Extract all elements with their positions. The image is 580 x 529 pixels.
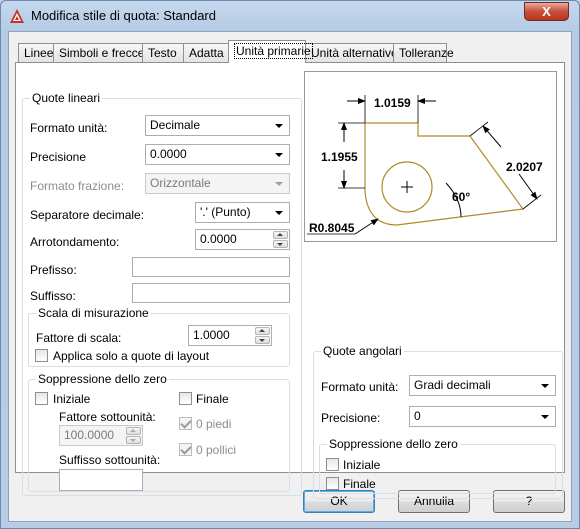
suffix-label: Suffisso:	[30, 289, 76, 303]
round-off-spinner[interactable]: 0.0000	[195, 229, 290, 250]
dialog-window: Modifica stile di quota: Standard X Line…	[0, 0, 580, 529]
feet-zero-label: 0 piedi	[196, 417, 232, 431]
window-title: Modifica stile di quota: Standard	[31, 8, 216, 23]
spin-up-button[interactable]	[126, 427, 141, 435]
scale-group-title: Scala di misurazione	[36, 306, 151, 320]
spin-down-button[interactable]	[273, 240, 288, 248]
prefix-input[interactable]	[132, 257, 290, 277]
angular-unit-format-label: Formato unità:	[321, 380, 399, 394]
measurement-scale-group: Scala di misurazione Fattore di scala: 1…	[28, 306, 290, 367]
trailing-zero-checkbox[interactable]	[179, 392, 192, 405]
precision-label: Precisione	[30, 150, 87, 164]
angular-precision-select[interactable]: 0	[409, 406, 556, 427]
prefix-label: Prefisso:	[30, 263, 77, 277]
chevron-down-icon	[538, 378, 553, 393]
angular-trailing-zero-checkbox[interactable]	[326, 477, 339, 490]
angular-unit-format-select[interactable]: Gradi decimali	[409, 375, 556, 396]
chevron-down-icon	[538, 409, 553, 424]
fraction-format-select[interactable]: Orizzontale	[145, 173, 290, 194]
zero-suppression-linear-group: Soppressione dello zero Iniziale Fattore…	[28, 372, 290, 492]
tab-adatta[interactable]: Adatta	[183, 43, 229, 62]
leading-zero-checkbox[interactable]	[35, 392, 48, 405]
tab-simboli-frecce[interactable]: Simboli e frecce	[53, 43, 144, 62]
sub-factor-spinner[interactable]: 100.0000	[59, 425, 143, 446]
round-off-label: Arrotondamento:	[30, 235, 120, 249]
scale-factor-spinner[interactable]: 1.0000	[188, 325, 272, 346]
title-bar[interactable]: Modifica stile di quota: Standard X	[1, 1, 579, 31]
dialog-client: Linee Simboli e frecce Testo Adatta Unit…	[8, 31, 572, 522]
tab-unita-alternative[interactable]: Unità alternative	[305, 43, 398, 62]
tab-linee[interactable]: Linee	[18, 43, 54, 62]
zero-angular-group-title: Soppressione dello zero	[327, 437, 460, 451]
preview-drawing: 1.0159 1.1955 2.0207 60° R0.8045	[307, 95, 543, 235]
inches-zero-checkbox[interactable]	[179, 443, 192, 456]
suffix-input[interactable]	[132, 283, 290, 303]
chevron-down-icon	[272, 118, 287, 133]
tab-panel-unita-primarie: Quote lineari Formato unità: Decimale Pr…	[15, 62, 565, 499]
dim-right-label: 2.0207	[506, 160, 543, 174]
leading-zero-label: Iniziale	[53, 392, 91, 406]
unit-format-label: Formato unità:	[30, 121, 108, 135]
tab-tolleranze[interactable]: Tolleranze	[393, 43, 454, 62]
precision-select[interactable]: 0.0000	[145, 144, 290, 165]
fraction-format-label: Formato frazione:	[30, 179, 125, 193]
spin-up-button[interactable]	[255, 327, 270, 335]
unit-format-select[interactable]: Decimale	[145, 115, 290, 136]
dim-angle-label: 60°	[452, 190, 470, 204]
angular-group-title: Quote angolari	[321, 344, 404, 358]
dim-top-label: 1.0159	[374, 96, 411, 110]
dimension-preview: 1.0159 1.1955 2.0207 60° R0.8045	[304, 71, 557, 242]
autocad-app-icon	[10, 9, 24, 23]
angular-leading-zero-label: Iniziale	[343, 458, 381, 472]
scale-factor-label: Fattore di scala:	[36, 331, 122, 345]
chevron-down-icon	[272, 205, 287, 220]
linear-dimensions-group: Quote lineari Formato unità: Decimale Pr…	[22, 91, 302, 496]
tab-testo[interactable]: Testo	[142, 43, 184, 62]
close-button[interactable]: X	[524, 2, 569, 21]
spin-down-button[interactable]	[255, 336, 270, 344]
inches-zero-label: 0 pollici	[196, 443, 237, 457]
layout-only-checkbox[interactable]	[35, 349, 48, 362]
zero-linear-group-title: Soppressione dello zero	[36, 372, 169, 386]
close-icon: X	[542, 4, 551, 19]
decimal-separator-select[interactable]: '.' (Punto)	[195, 202, 290, 223]
trailing-zero-label: Finale	[196, 392, 229, 406]
layout-only-label: Applica solo a quote di layout	[53, 349, 210, 363]
decimal-separator-label: Separatore decimale:	[30, 208, 145, 222]
feet-zero-checkbox[interactable]	[179, 417, 192, 430]
sub-suffix-label: Suffisso sottounità:	[59, 453, 161, 467]
dim-radius-label: R0.8045	[309, 221, 355, 235]
zero-suppression-angular-group: Soppressione dello zero Iniziale Finale	[319, 437, 556, 494]
sub-suffix-input[interactable]	[59, 469, 143, 491]
angular-dimensions-group: Quote angolari Formato unità: Gradi deci…	[313, 344, 563, 499]
spin-up-button[interactable]	[273, 231, 288, 239]
angular-leading-zero-checkbox[interactable]	[326, 458, 339, 471]
sub-factor-label: Fattore sottounità:	[59, 410, 156, 424]
angular-trailing-zero-label: Finale	[343, 477, 376, 491]
spin-down-button[interactable]	[126, 436, 141, 444]
preview-shape	[364, 122, 525, 226]
angular-precision-label: Precisione:	[321, 411, 381, 425]
chevron-down-icon	[272, 147, 287, 162]
chevron-down-icon	[272, 176, 287, 191]
tab-unita-primarie[interactable]: Unità primarie	[228, 40, 313, 63]
linear-group-title: Quote lineari	[30, 91, 103, 105]
dim-left-label: 1.1955	[321, 150, 358, 164]
